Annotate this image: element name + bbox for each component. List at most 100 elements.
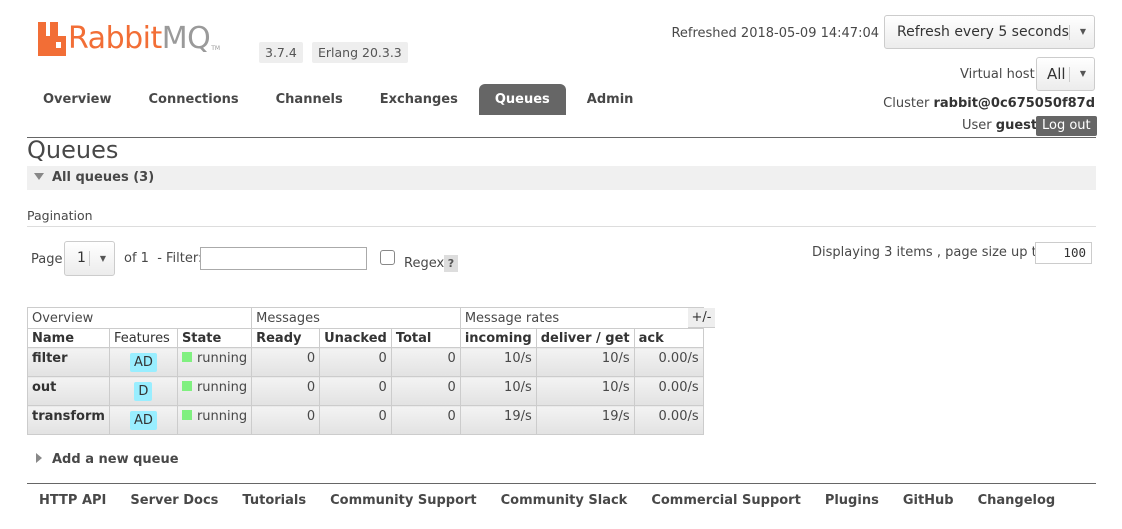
page-size-input[interactable]: 100	[1035, 242, 1092, 264]
virtual-host-value: All	[1047, 65, 1066, 83]
tab-admin[interactable]: Admin	[571, 84, 650, 115]
tab-queues[interactable]: Queues	[478, 84, 566, 115]
column-header-name[interactable]: Name	[27, 328, 110, 348]
user-info: User guest	[962, 118, 1037, 133]
page-number-select[interactable]: 1 ▼	[64, 241, 115, 276]
tab-overview[interactable]: Overview	[27, 84, 128, 115]
unacked-count: 0	[319, 405, 392, 435]
tab-channels[interactable]: Channels	[260, 84, 359, 115]
total-count: 0	[390, 405, 461, 435]
ack-rate: 0.00/s	[633, 405, 704, 435]
page-title: Queues	[27, 136, 119, 164]
displaying-items-label: Displaying 3 items , page size up to:	[812, 245, 1050, 260]
ack-rate: 0.00/s	[633, 347, 704, 377]
footer-link-http-api[interactable]: HTTP API	[27, 493, 118, 508]
column-header-unacked[interactable]: Unacked	[319, 328, 392, 348]
feature-badge: D	[134, 382, 153, 401]
feature-badge: AD	[129, 353, 157, 372]
deliver-rate: 10/s	[535, 347, 635, 377]
toggle-columns-button[interactable]: +/-	[688, 308, 715, 328]
table-row: filter AD running 0 0 0 10/s 10/s 0.00/s	[27, 347, 704, 377]
pagination-label: Pagination	[27, 208, 93, 223]
user-label: User	[962, 118, 992, 133]
group-header-message-rates: Message rates	[459, 307, 704, 329]
footer-link-community-slack[interactable]: Community Slack	[489, 493, 640, 508]
section-title: All queues (3)	[52, 170, 155, 185]
deliver-rate: 10/s	[535, 376, 635, 406]
collapse-triangle-icon	[34, 173, 44, 180]
ready-count: 0	[251, 405, 321, 435]
footer-link-community-support[interactable]: Community Support	[318, 493, 489, 508]
footer: HTTP API Server Docs Tutorials Community…	[27, 483, 1096, 508]
logout-button[interactable]: Log out	[1036, 116, 1097, 136]
table-row: transform AD running 0 0 0 19/s 19/s 0.0…	[27, 405, 704, 435]
add-queue-section-toggle[interactable]: Add a new queue	[36, 452, 179, 467]
footer-link-changelog[interactable]: Changelog	[966, 493, 1068, 508]
dropdown-arrow-icon: ▼	[99, 254, 106, 263]
cluster-info: Cluster rabbit@0c675050f87d	[883, 96, 1095, 111]
refreshed-timestamp: Refreshed 2018-05-09 14:47:04	[671, 26, 879, 41]
queue-name-link[interactable]: out	[27, 376, 110, 406]
queue-state: running	[196, 351, 248, 366]
erlang-version-badge: Erlang 20.3.3	[312, 42, 408, 63]
all-queues-section-toggle[interactable]: All queues (3)	[27, 166, 1096, 190]
expand-triangle-icon	[36, 453, 42, 463]
ready-count: 0	[251, 347, 321, 377]
ready-count: 0	[251, 376, 321, 406]
user-name: guest	[995, 118, 1038, 133]
queue-state: running	[196, 380, 248, 395]
group-header-overview: Overview	[26, 307, 253, 329]
page-label: Page	[31, 252, 63, 267]
logo-text: RabbitMQ	[68, 21, 211, 56]
queue-name-link[interactable]: transform	[27, 405, 110, 435]
incoming-rate: 10/s	[459, 347, 537, 377]
filter-input[interactable]	[200, 247, 367, 270]
regex-help-button[interactable]: ?	[444, 255, 458, 272]
refresh-interval-select[interactable]: Refresh every 5 seconds ▼	[884, 15, 1095, 49]
column-header-features: Features	[108, 328, 178, 348]
running-status-icon	[181, 381, 192, 391]
queue-state: running	[196, 409, 248, 424]
rabbitmq-logo: RabbitMQ TM	[38, 22, 220, 56]
running-status-icon	[181, 352, 192, 362]
feature-badge: AD	[129, 411, 157, 430]
footer-link-server-docs[interactable]: Server Docs	[118, 493, 230, 508]
virtual-host-label: Virtual host	[960, 67, 1035, 82]
footer-link-plugins[interactable]: Plugins	[813, 493, 891, 508]
footer-link-tutorials[interactable]: Tutorials	[230, 493, 318, 508]
column-header-ready[interactable]: Ready	[251, 328, 321, 348]
column-header-incoming[interactable]: incoming	[459, 328, 537, 348]
logo-trademark: TM	[211, 45, 221, 52]
main-nav: Overview Connections Channels Exchanges …	[27, 84, 654, 115]
ack-rate: 0.00/s	[633, 376, 704, 406]
footer-link-commercial-support[interactable]: Commercial Support	[639, 493, 813, 508]
dropdown-arrow-icon: ▼	[1079, 27, 1086, 36]
virtual-host-select[interactable]: All ▼	[1036, 57, 1095, 91]
nav-divider	[27, 137, 1096, 138]
queue-name-link[interactable]: filter	[27, 347, 110, 377]
column-header-deliver-get[interactable]: deliver / get	[535, 328, 635, 348]
page-number-value: 1	[77, 250, 86, 266]
dropdown-arrow-icon: ▼	[1079, 69, 1086, 78]
unacked-count: 0	[319, 347, 392, 377]
regex-checkbox[interactable]	[380, 250, 395, 265]
column-header-state[interactable]: State	[176, 328, 253, 348]
deliver-rate: 19/s	[535, 405, 635, 435]
footer-link-github[interactable]: GitHub	[891, 493, 966, 508]
running-status-icon	[181, 410, 192, 420]
rabbitmq-logo-icon	[38, 22, 66, 56]
cluster-label: Cluster	[883, 96, 930, 111]
table-row: out D running 0 0 0 10/s 10/s 0.00/s	[27, 376, 704, 406]
unacked-count: 0	[319, 376, 392, 406]
tab-connections[interactable]: Connections	[133, 84, 255, 115]
column-header-ack[interactable]: ack	[633, 328, 704, 348]
total-count: 0	[390, 376, 461, 406]
pagination-divider	[27, 226, 1096, 227]
total-count: 0	[390, 347, 461, 377]
regex-label: Regex	[404, 256, 445, 271]
tab-exchanges[interactable]: Exchanges	[364, 84, 474, 115]
column-header-total[interactable]: Total	[390, 328, 461, 348]
rabbitmq-version-badge: 3.7.4	[259, 42, 303, 63]
incoming-rate: 10/s	[459, 376, 537, 406]
incoming-rate: 19/s	[459, 405, 537, 435]
